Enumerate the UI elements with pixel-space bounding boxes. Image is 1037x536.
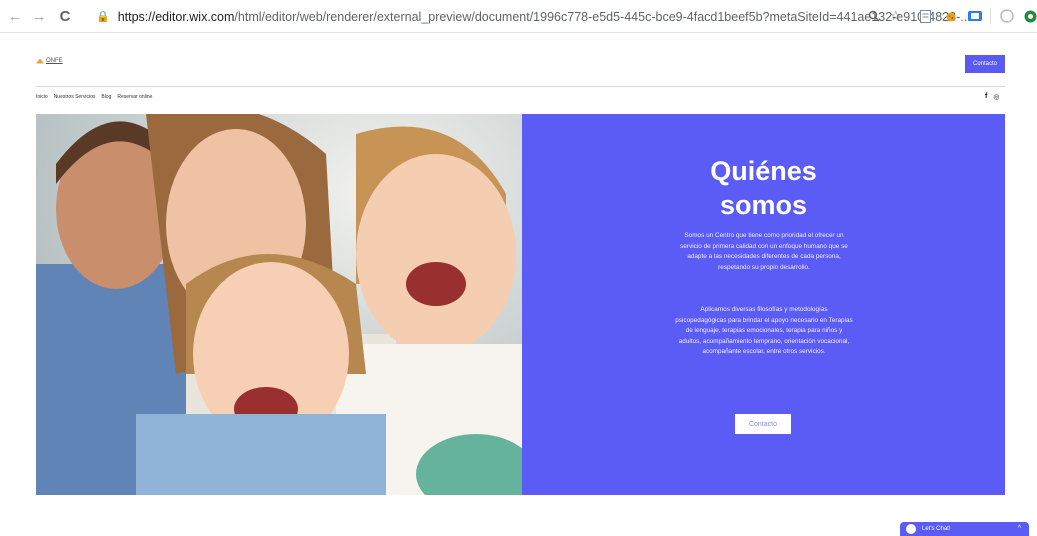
header-divider [36, 86, 1005, 87]
profile-icon[interactable] [1000, 8, 1014, 24]
site-logo[interactable]: ONFE [36, 58, 63, 64]
url-path: /html/editor/web/renderer/external_previ… [234, 9, 971, 24]
header-contact-button[interactable]: Contacto [965, 55, 1005, 73]
logo-text: ONFE [46, 58, 63, 64]
forward-icon[interactable]: → [30, 7, 48, 25]
extension-icon[interactable] [968, 8, 982, 24]
lock-icon: 🔒 [96, 11, 110, 23]
document-extension-icon[interactable] [920, 8, 931, 24]
menu-item-servicios[interactable]: Nuestros Servicios [54, 94, 96, 100]
chat-bubble-icon [906, 524, 916, 534]
url-host: https://editor.wix.com [117, 9, 235, 24]
chat-widget[interactable]: Let's Chat! ^ [900, 522, 1029, 536]
menu-item-reservar[interactable]: Reservar online [117, 94, 152, 100]
chat-label: Let's Chat! [922, 526, 951, 532]
chevron-up-icon[interactable]: ^ [1018, 525, 1021, 532]
facebook-icon[interactable]: f [985, 93, 987, 101]
about-paragraph-2: Aplicamos diversas filosofías y metodolo… [675, 306, 853, 356]
about-panel: Quiénes somos Somos un Centro que tiene … [522, 114, 1005, 495]
zoom-icon[interactable] [868, 8, 880, 24]
reload-icon[interactable]: C [56, 7, 74, 25]
back-icon[interactable]: ← [6, 7, 24, 25]
toolbar-divider [990, 8, 991, 24]
menu-item-blog[interactable]: Blog [101, 94, 111, 100]
about-paragraph-1: Somos un Centro que tiene como prioridad… [680, 232, 848, 271]
menu-item-inicio[interactable]: Inicio [36, 94, 48, 100]
about-contact-button[interactable]: Contacto [735, 414, 791, 434]
bug-extension-icon[interactable] [944, 8, 958, 24]
logo-mark-icon [36, 58, 44, 64]
status-icon[interactable] [1024, 8, 1037, 24]
about-title: Quiénes somos [710, 156, 817, 220]
bookmark-star-icon[interactable]: ☆ [890, 8, 902, 24]
social-links: f ◎ [985, 93, 999, 101]
family-photo [36, 114, 522, 495]
instagram-icon[interactable]: ◎ [993, 93, 999, 101]
browser-toolbar: ← → C 🔒 https://editor.wix.com /html/edi… [0, 0, 1037, 33]
address-bar[interactable]: 🔒 https://editor.wix.com /html/editor/we… [96, 6, 1026, 27]
site-menu: Inicio Nuestros Servicios Blog Reservar … [36, 94, 152, 100]
